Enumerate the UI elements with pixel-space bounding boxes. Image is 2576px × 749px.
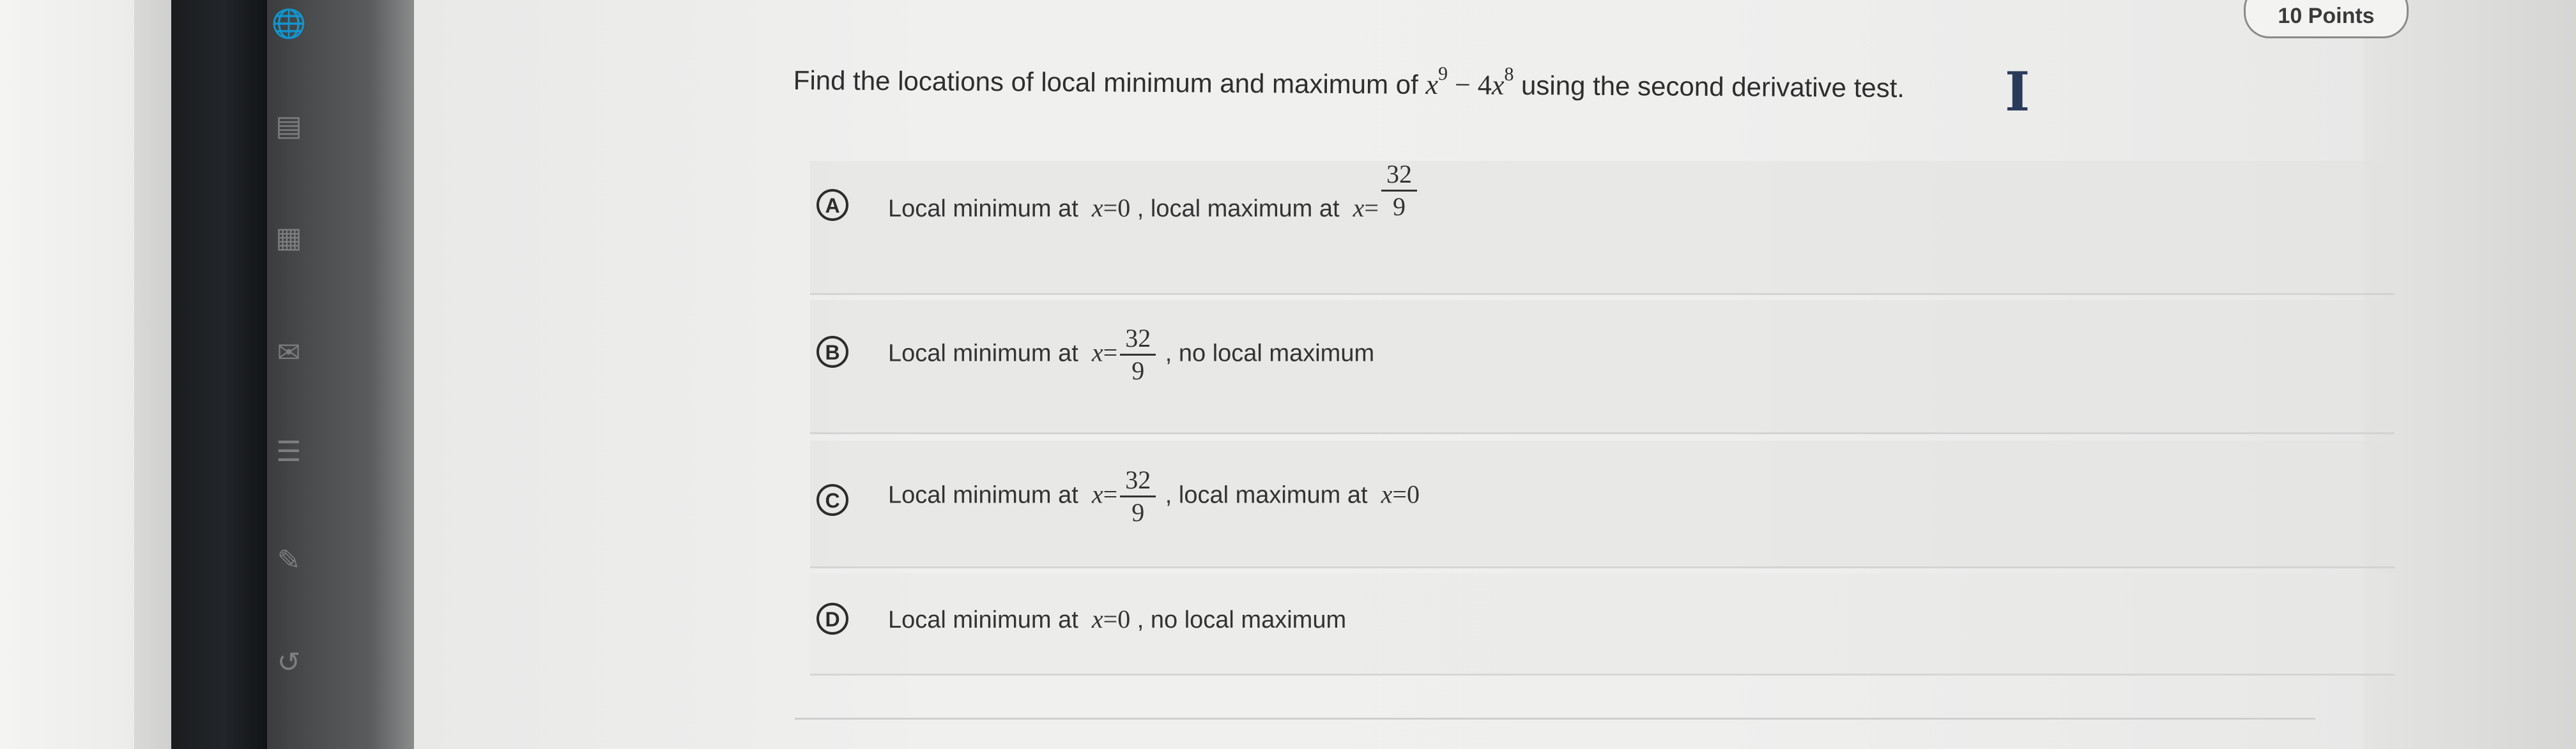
- question-function: x9 − 4x8: [1425, 63, 1514, 101]
- notes-icon[interactable]: ☰: [271, 434, 307, 470]
- choice-math-1: x=0: [1092, 605, 1130, 633]
- fraction-numerator: 32: [1120, 465, 1156, 497]
- fraction-numerator: 32: [1120, 323, 1156, 356]
- func-base-2: x: [1491, 69, 1505, 101]
- calculator-icon[interactable]: ▦: [271, 220, 307, 256]
- equals-value: =0: [1392, 480, 1420, 509]
- choice-math-2: x=0: [1381, 480, 1420, 509]
- choice-letter[interactable]: D: [816, 603, 848, 635]
- func-exponent-1: 9: [1438, 63, 1448, 85]
- choice-d[interactable]: D Local minimum at x=0 , no local maximu…: [810, 573, 2395, 676]
- choice-label: Local minimum at: [888, 607, 1078, 633]
- equals-sign: =: [1103, 338, 1118, 367]
- choice-label-2: , no local maximum: [1165, 340, 1375, 367]
- choice-text: Local minimum at x=0 , no local maximum: [888, 604, 1346, 634]
- equals-value: =0: [1103, 193, 1131, 222]
- var-x: x: [1353, 193, 1365, 222]
- fraction-numerator: 32: [1381, 159, 1417, 192]
- choice-letter[interactable]: A: [816, 189, 848, 221]
- panel-right-edge: [2364, 0, 2576, 749]
- func-exponent-2: 8: [1504, 63, 1514, 85]
- fraction-denominator: 9: [1392, 192, 1406, 222]
- fraction-denominator: 9: [1131, 356, 1145, 385]
- divider: [795, 718, 2315, 720]
- choice-math-1: x=: [1092, 338, 1117, 367]
- screen-bezel-light: [134, 0, 172, 749]
- func-operator: − 4: [1447, 69, 1492, 101]
- choice-label: Local minimum at: [888, 481, 1078, 509]
- choice-letter[interactable]: B: [816, 336, 848, 368]
- choice-label-2: , local maximum at: [1165, 481, 1368, 509]
- fraction-denominator: 9: [1131, 498, 1145, 527]
- history-icon[interactable]: ↺: [271, 645, 307, 681]
- document-icon[interactable]: ▤: [271, 109, 307, 144]
- mail-icon[interactable]: ✉: [271, 335, 307, 371]
- var-x: x: [1091, 193, 1103, 222]
- choice-c[interactable]: C Local minimum at x= 32 9 , local maximum…: [810, 441, 2395, 568]
- question-prefix: Find the locations of local minimum and …: [793, 64, 1418, 100]
- var-x: x: [1091, 338, 1103, 367]
- equals-sign: =: [1364, 193, 1379, 222]
- equals-sign: =: [1103, 480, 1118, 509]
- choice-letter[interactable]: C: [816, 484, 848, 516]
- edit-icon[interactable]: ✎: [271, 543, 307, 579]
- choice-b[interactable]: B Local minimum at x= 32 9 , no local maxi…: [810, 300, 2395, 434]
- choice-text: Local minimum at x= 32 9 , local maximum a…: [888, 465, 1420, 528]
- fraction: 32 9: [1120, 465, 1156, 528]
- points-badge: 10 Points: [2244, 0, 2409, 38]
- fraction: 32 9: [1381, 159, 1417, 222]
- question-suffix: using the second derivative test.: [1521, 70, 1905, 103]
- choice-text: Local minimum at x=0 , local maximum at …: [888, 160, 1420, 223]
- screen-bezel-dark: [171, 0, 267, 749]
- choice-math-2: x=: [1353, 193, 1379, 222]
- globe-icon[interactable]: 🌐: [271, 6, 307, 42]
- choice-label-2: , no local maximum: [1137, 607, 1347, 633]
- var-x: x: [1091, 480, 1103, 509]
- text-cursor-icon: I: [2005, 60, 2030, 123]
- func-base-1: x: [1425, 68, 1439, 101]
- choice-text: Local minimum at x= 32 9 , no local maximu…: [888, 323, 1374, 386]
- choice-label: Local minimum at: [888, 340, 1078, 367]
- var-x: x: [1381, 480, 1393, 509]
- var-x: x: [1091, 605, 1103, 633]
- choice-label-2: , local maximum at: [1137, 195, 1340, 222]
- equals-value: =0: [1103, 605, 1131, 633]
- choice-math-1: x=: [1092, 480, 1117, 509]
- choice-a[interactable]: A Local minimum at x=0 , local maximum a…: [810, 160, 2395, 295]
- choice-label: Local minimum at: [888, 195, 1078, 222]
- fraction: 32 9: [1120, 323, 1156, 386]
- choice-math-1: x=0: [1092, 193, 1130, 222]
